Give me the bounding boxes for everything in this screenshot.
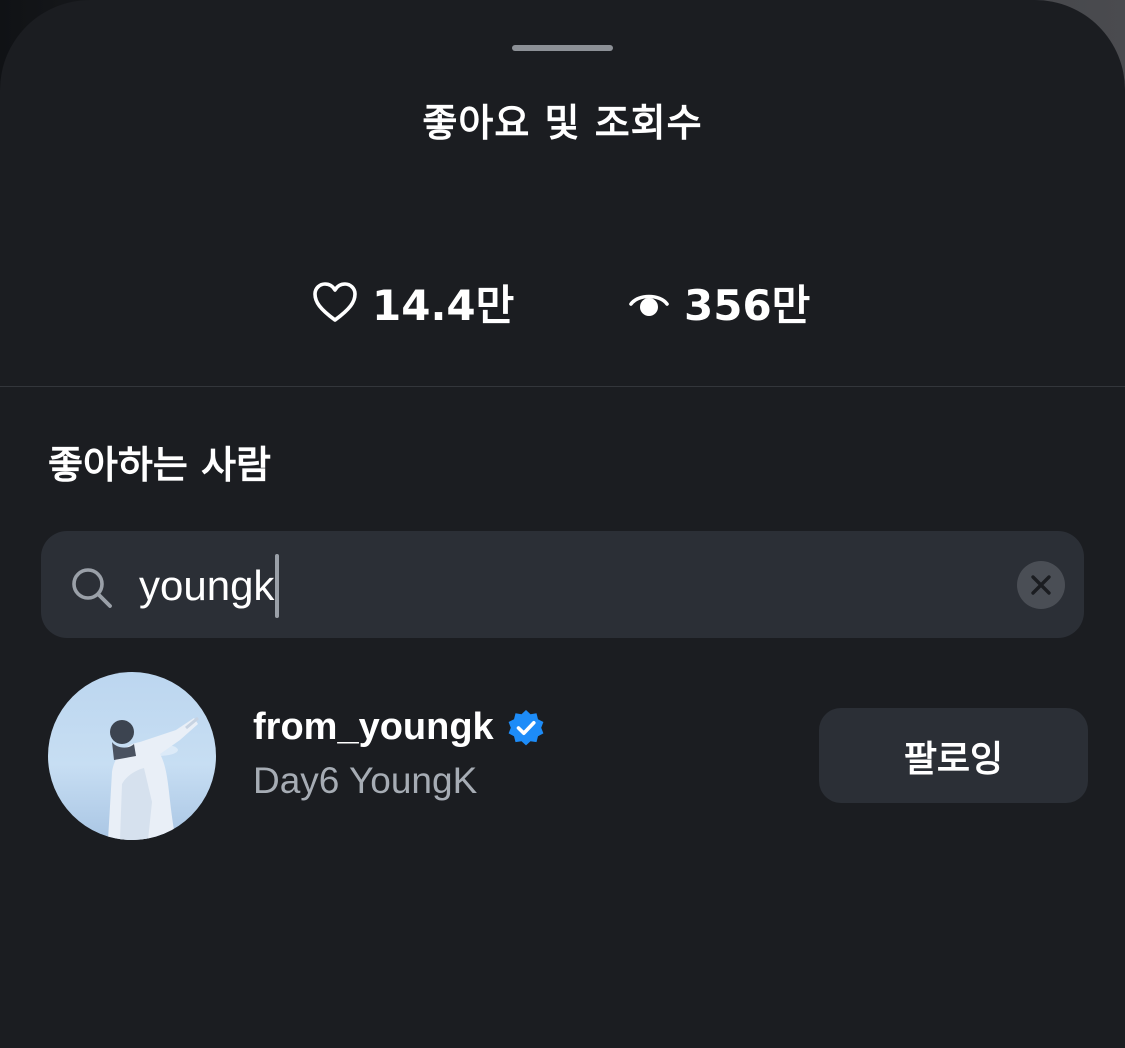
avatar[interactable] (48, 672, 216, 840)
divider (0, 386, 1125, 387)
likers-section-title: 좋아하는 사람 (48, 443, 271, 487)
views-count: 356만 (684, 280, 811, 330)
verified-badge-icon (508, 709, 544, 745)
username-text: from_youngk (253, 706, 494, 748)
search-icon (72, 568, 112, 608)
close-icon (1031, 575, 1051, 595)
heart-icon (313, 282, 357, 322)
result-full-name: Day6 YoungK (253, 760, 478, 801)
eye-icon (629, 294, 669, 316)
views-stat: 356만 (628, 272, 810, 332)
result-username[interactable]: from_youngk (253, 706, 546, 749)
text-cursor (275, 554, 280, 618)
profile-photo (108, 716, 199, 840)
likes-count: 14.4만 (372, 280, 515, 330)
sheet-grabber[interactable] (512, 45, 613, 51)
search-input-value: youngk (139, 562, 275, 609)
likes-stat: 14.4만 (312, 272, 514, 332)
page-title: 좋아요 및 조회수 (422, 101, 703, 145)
clear-search-button[interactable] (1017, 561, 1065, 609)
search-input[interactable]: youngk (139, 554, 280, 618)
likes-views-sheet: 좋아요 및 조회수 14.4만 356만 좋아하는 사람 youngk from… (0, 0, 1125, 1048)
following-button[interactable]: 팔로잉 (819, 708, 1088, 803)
